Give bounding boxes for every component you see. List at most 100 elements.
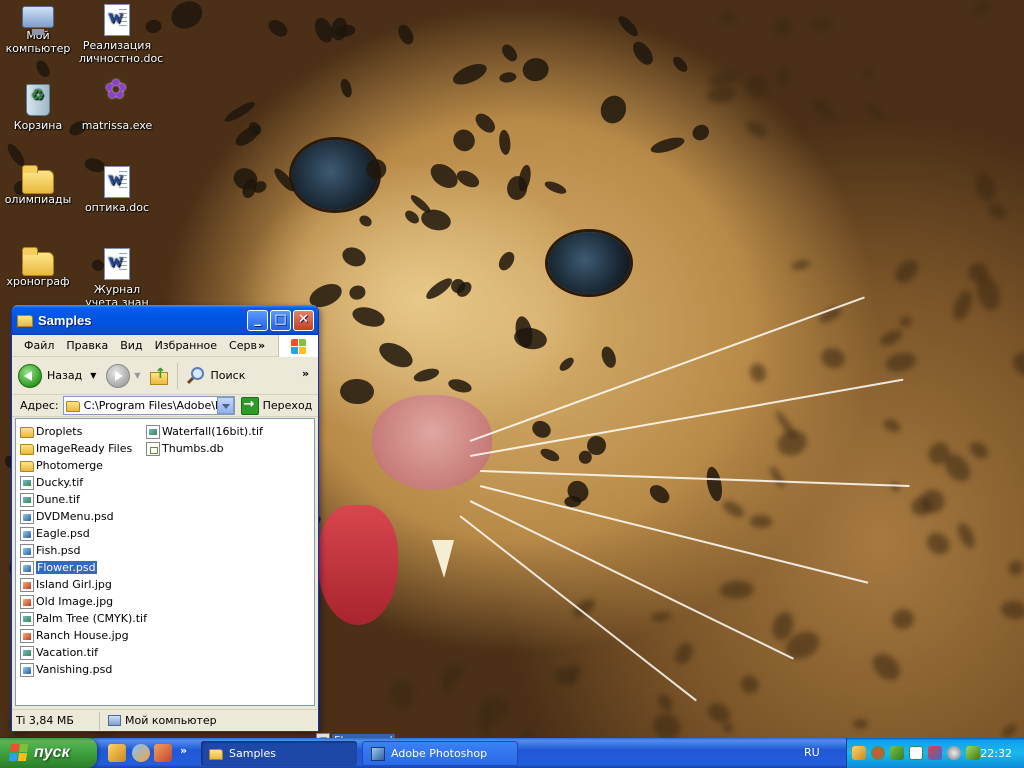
file-item[interactable]: Waterfall(16bit).tif <box>144 423 263 440</box>
maximize-button[interactable]: □ <box>270 309 291 331</box>
desktop-icon-doc-realization[interactable]: Реализация личностно.doc <box>79 4 163 65</box>
file-item[interactable]: Photomerge <box>18 457 147 474</box>
file-column-1: Droplets ImageReady Files Photomerge Ducky.… <box>18 423 147 678</box>
file-item[interactable]: Palm Tree (CMYK).tif <box>18 610 147 627</box>
language-indicator[interactable]: RU <box>804 746 820 759</box>
search-icon[interactable] <box>186 366 206 386</box>
leopard-spot <box>499 71 518 84</box>
taskbar-button-photoshop[interactable]: Adobe Photoshop <box>362 741 518 766</box>
file-item[interactable]: Island Girl.jpg <box>18 576 147 593</box>
leopard-spot <box>985 200 1010 222</box>
leopard-spot <box>949 288 976 324</box>
quicklaunch-messenger-icon[interactable] <box>132 744 150 762</box>
tray-settings-icon[interactable] <box>947 746 961 760</box>
leopard-spot <box>972 170 1000 204</box>
file-item[interactable]: Dune.tif <box>18 491 147 508</box>
desktop-icon-optics-doc[interactable]: оптика.doc <box>79 166 155 214</box>
file-item[interactable]: Flower.psd <box>18 559 147 576</box>
forward-arrow-icon[interactable] <box>106 363 131 388</box>
leopard-spot <box>860 65 876 82</box>
file-item[interactable]: Droplets <box>18 423 147 440</box>
file-list[interactable]: Droplets ImageReady Files Photomerge Ducky.… <box>15 418 315 706</box>
address-value: C:\Program Files\Adobe\Ph <box>83 399 218 412</box>
leopard-spot <box>530 418 555 441</box>
back-button-label[interactable]: Назад <box>47 369 82 382</box>
desktop-icon-chronograph-folder[interactable]: хронограф <box>0 247 76 288</box>
file-item[interactable]: Vacation.tif <box>18 644 147 661</box>
tray-nvidia-icon[interactable] <box>966 746 980 760</box>
back-arrow-icon[interactable] <box>18 363 42 388</box>
start-button[interactable]: пуск <box>0 738 97 768</box>
file-item[interactable]: Old Image.jpg <box>18 593 147 610</box>
tray-security-icon[interactable] <box>928 746 942 760</box>
menu-edit[interactable]: Правка <box>60 339 114 352</box>
word-document-icon <box>104 4 130 36</box>
window-title: Samples <box>38 312 92 328</box>
minimize-button[interactable]: _ <box>247 309 268 331</box>
leopard-spot <box>818 344 848 372</box>
leopard-spot <box>578 450 593 465</box>
file-item[interactable]: Vanishing.psd <box>18 661 147 678</box>
close-button[interactable]: ✕ <box>293 309 314 331</box>
file-item[interactable]: Ducky.tif <box>18 474 147 491</box>
tray-network-icon[interactable] <box>890 746 904 760</box>
explorer-window[interactable]: Samples _ □ ✕ Файл Правка Вид Избранное … <box>11 305 319 732</box>
address-dropdown-icon[interactable] <box>216 397 234 414</box>
file-item[interactable]: Ranch House.jpg <box>18 627 147 644</box>
quicklaunch-overflow-chevron[interactable]: » <box>180 744 187 757</box>
leopard-spot <box>922 528 954 560</box>
leopard-spot <box>499 42 521 65</box>
window-titlebar[interactable]: Samples _ □ ✕ <box>12 305 318 335</box>
leopard-spot <box>999 599 1024 621</box>
folder-up-icon[interactable]: ↑ <box>149 366 169 386</box>
tray-antivirus-icon[interactable] <box>871 746 885 760</box>
clock[interactable]: 22:32 <box>980 747 1012 760</box>
menu-view[interactable]: Вид <box>114 339 148 352</box>
file-column-2: Waterfall(16bit).tif Thumbs.db <box>144 423 263 457</box>
tray-app-icon[interactable] <box>852 746 866 760</box>
menu-bar: Файл Правка Вид Избранное Серв » <box>12 335 318 357</box>
desktop-icon-my-computer[interactable]: Мой компьютер <box>0 4 76 55</box>
quicklaunch-media-icon[interactable] <box>154 744 172 762</box>
address-field[interactable]: C:\Program Files\Adobe\Ph <box>62 396 235 415</box>
file-item[interactable]: Eagle.psd <box>18 525 147 542</box>
psd-file-icon <box>20 543 34 558</box>
leopard-spot <box>538 446 561 464</box>
taskbar-button-samples[interactable]: Samples <box>201 741 357 766</box>
menu-file[interactable]: Файл <box>18 339 60 352</box>
leopard-spot <box>598 344 619 370</box>
file-item[interactable]: Fish.psd <box>18 542 147 559</box>
toolbar-overflow-chevron[interactable]: » <box>302 367 309 380</box>
file-item[interactable]: Thumbs.db <box>144 440 263 457</box>
desktop-icon-journal-doc[interactable]: Журнал учета знан <box>79 248 155 309</box>
leopard-spot <box>773 66 793 89</box>
desktop-icon-matrissa[interactable]: matrissa.exe <box>79 84 155 132</box>
taskbar: пуск » Samples Adobe Photoshop RU 22:32 <box>0 738 1024 768</box>
file-item[interactable]: DVDMenu.psd <box>18 508 147 525</box>
quicklaunch-app-icon[interactable] <box>108 744 126 762</box>
forward-dropdown-icon[interactable]: ▼ <box>134 371 140 380</box>
file-item-name: ImageReady Files <box>36 442 133 455</box>
go-button[interactable]: Переход <box>240 396 312 415</box>
folder-icon <box>22 165 54 194</box>
desktop-icon-label: matrissa.exe <box>81 119 153 132</box>
word-document-icon <box>104 248 130 280</box>
leopard-spot <box>704 465 725 503</box>
leopard-eye-right <box>548 232 630 294</box>
menu-favorites[interactable]: Избранное <box>149 339 223 352</box>
desktop-icon-olympiads-folder[interactable]: олимпиады <box>0 165 76 206</box>
leopard-spot <box>512 325 549 352</box>
file-item[interactable]: ImageReady Files <box>18 440 147 457</box>
leopard-mouth <box>318 505 398 625</box>
menu-overflow-chevron[interactable]: » <box>252 339 271 352</box>
file-item-name: Vacation.tif <box>36 646 99 659</box>
desktop-icon-recycle-bin[interactable]: Корзина <box>0 84 76 132</box>
leopard-spot <box>720 498 747 521</box>
back-dropdown-icon[interactable]: ▼ <box>90 371 96 380</box>
leopard-spot <box>769 14 795 41</box>
leopard-spot <box>689 122 713 145</box>
search-button-label[interactable]: Поиск <box>211 369 246 382</box>
file-item-name: Waterfall(16bit).tif <box>162 425 263 438</box>
tray-sync-icon[interactable] <box>909 746 923 760</box>
address-label: Адрес: <box>20 399 59 412</box>
